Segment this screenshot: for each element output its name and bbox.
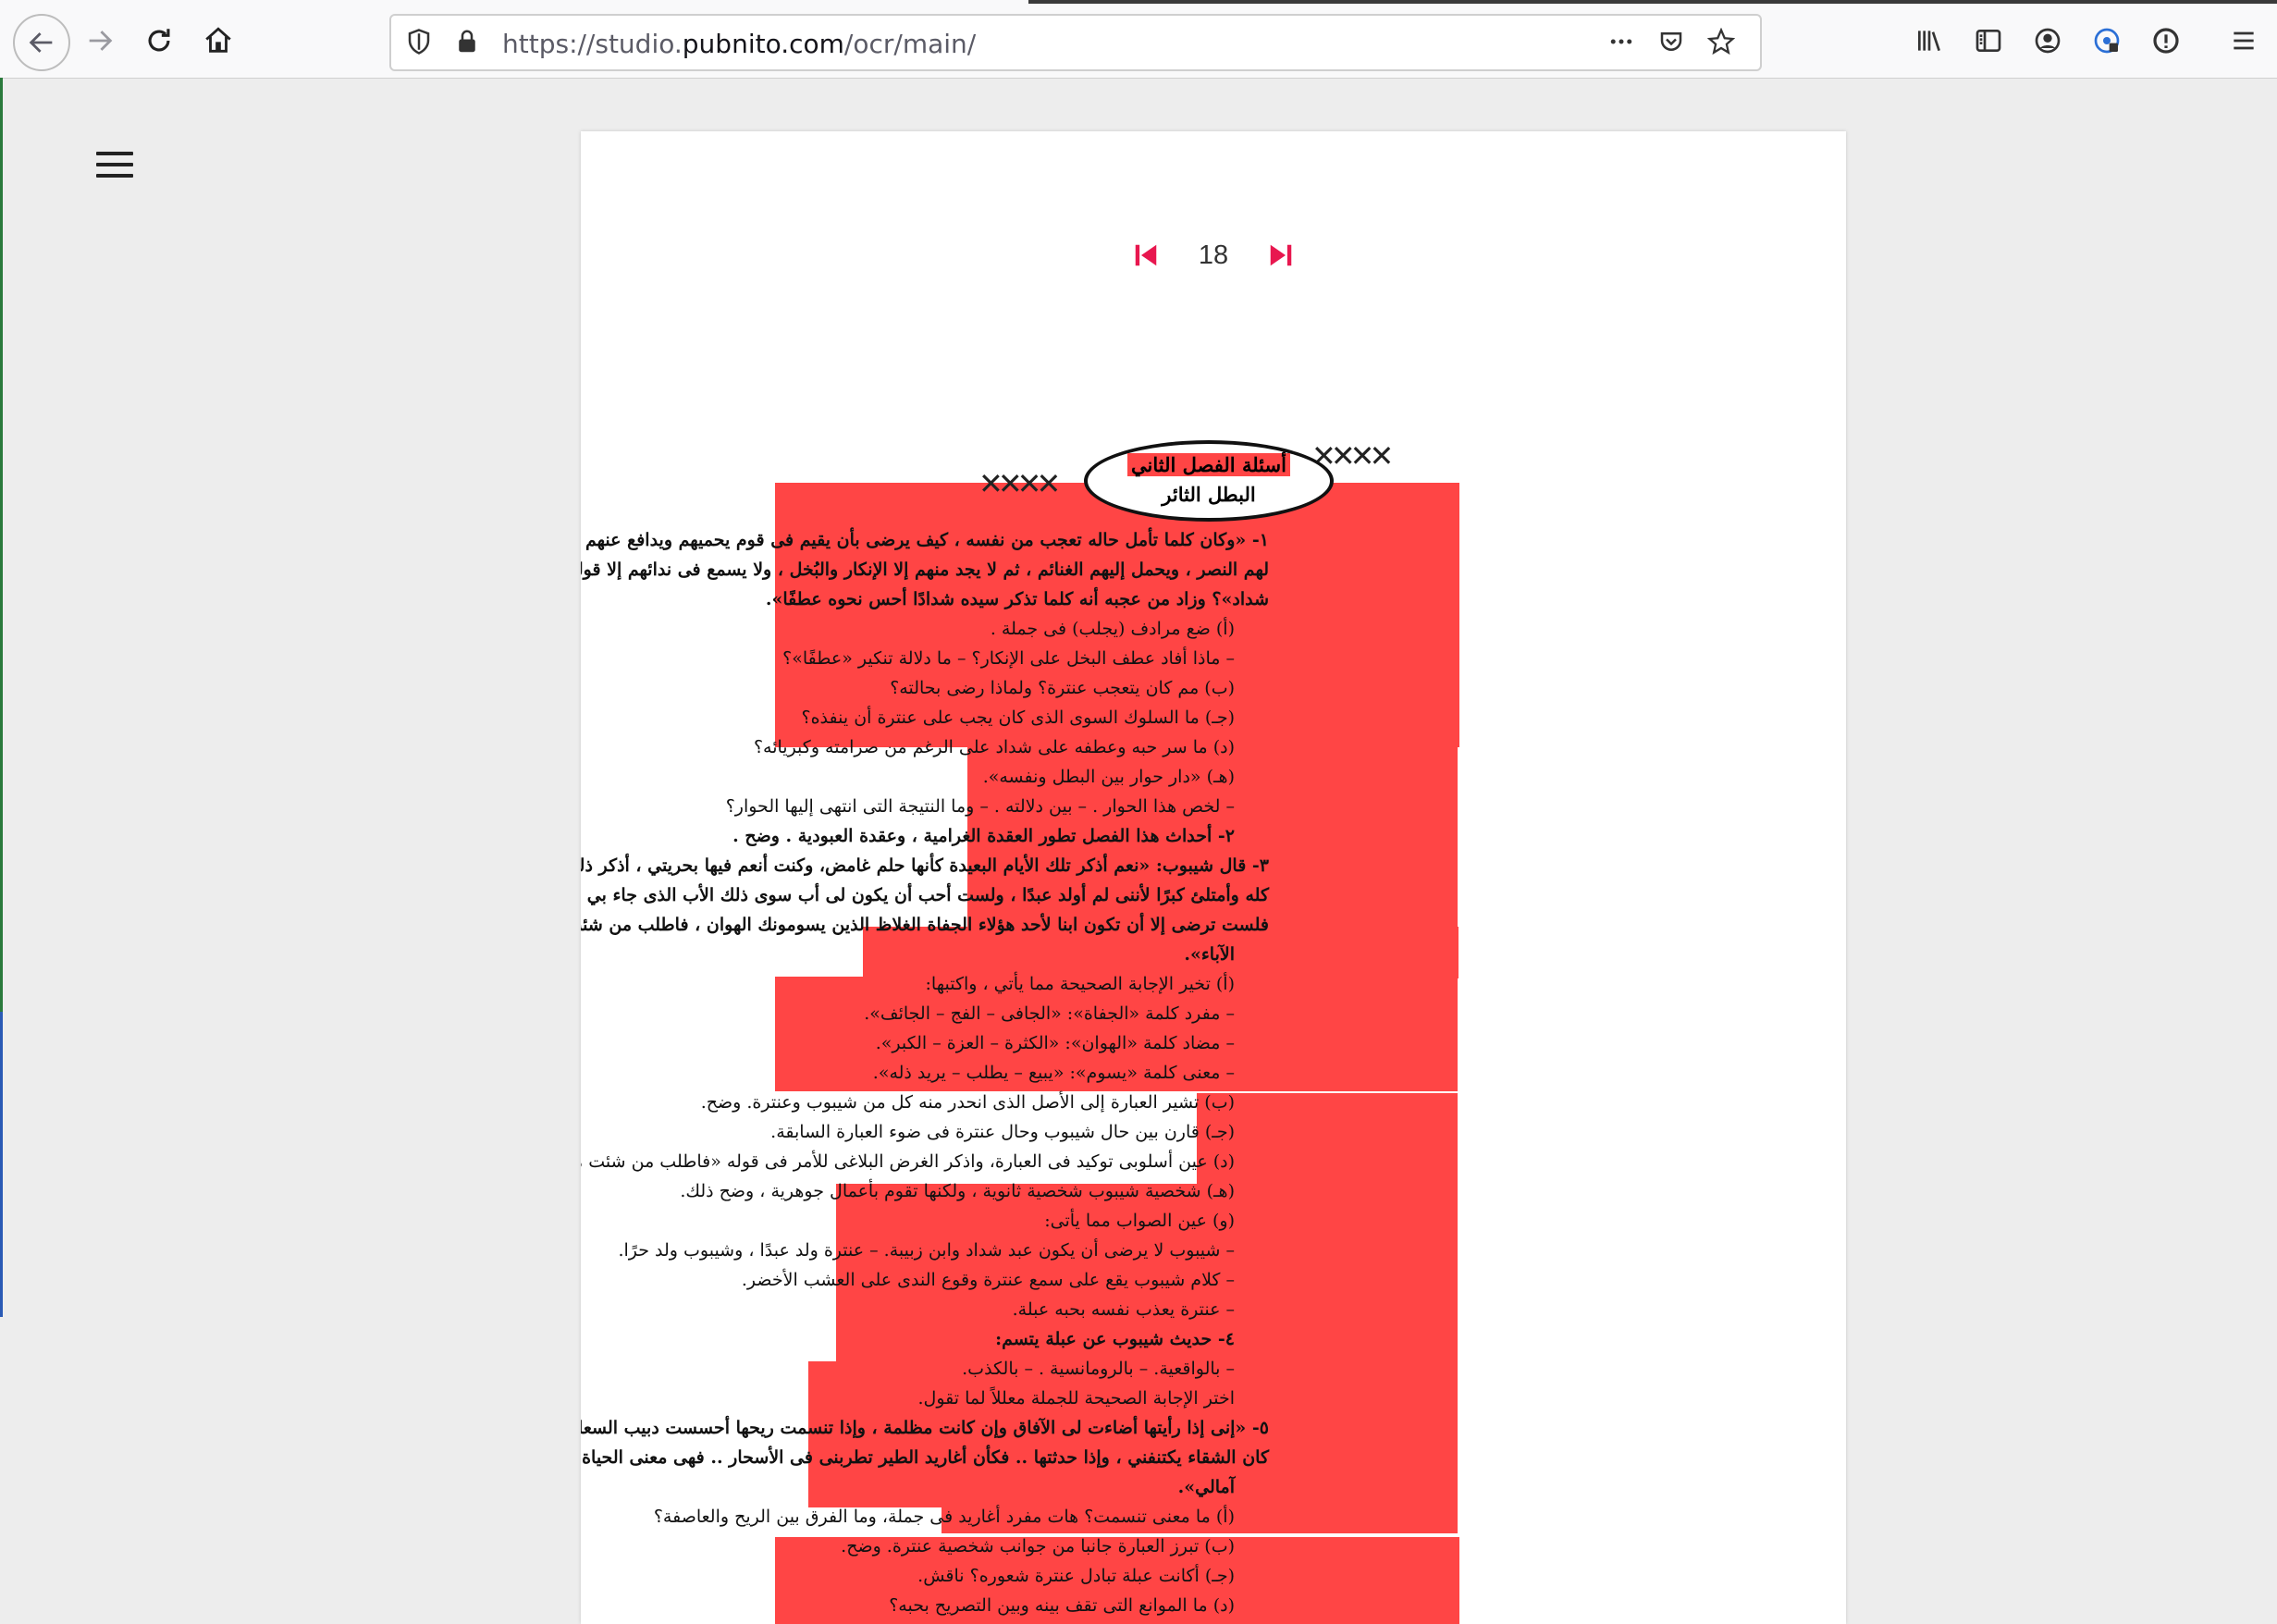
left-edge-marker [0,1012,3,1317]
question-text: – مضاد كلمة «الهوان»: «الكثرة – العزة – … [875,1033,1235,1053]
url-text[interactable]: https://studio.pubnito.com/ocr/main/ [502,29,976,59]
extension-icon[interactable] [2088,22,2125,59]
home-icon [205,27,231,53]
library-icon[interactable] [1911,22,1948,59]
question-text: – ماذا أفاد عطف البخل على الإنكار؟ – ما … [782,648,1235,669]
question-text: – شيبوب لا يرضى أن يكون عبد شداد وابن زب… [618,1240,1235,1261]
ocr-region[interactable] [1197,1093,1458,1186]
sidebar-icon[interactable] [1970,22,2007,59]
back-button[interactable] [13,14,70,71]
menu-icon[interactable] [2225,22,2262,59]
question-text: (هـ) شخصية شيبوب شخصية ثانوية ، ولكنها ت… [680,1181,1235,1201]
forward-button[interactable] [76,17,124,65]
question-text: (ب) تشير العبارة إلى الأصل الذى انحدر من… [700,1092,1235,1113]
left-edge-marker [0,78,3,1012]
question-text: ٤- حديث شيبوب عن عبلة يتسم: [995,1329,1235,1349]
scanned-page: ✕✕✕✕ ✕✕✕✕ أسئلة الفصل الثاني البطل الثائ… [581,131,1846,1624]
question-text: (جـ) ما السلوك السوى الذى كان يجب على عن… [801,707,1235,728]
question-text: كان الشقاء يكتنفني ، وإذا حدثتها .. فكأن… [581,1447,1269,1468]
question-text: ٢- أحداث هذا الفصل تطور العقدة الغرامية … [732,826,1235,846]
question-text: – معنى كلمة «يسوم»: «يبيع – يطلب – يريد … [872,1063,1235,1083]
question-text: – مفرد كلمة «الجفاة»: «الجافى – الفج – ا… [864,1003,1235,1024]
question-text: (ب) مم كان يتعجب عنترة؟ ولماذا رضى بحالت… [890,678,1235,698]
question-text: الآباء». [1184,944,1235,965]
chapter-title-frame: أسئلة الفصل الثاني البطل الثائر [1084,440,1334,522]
question-text: (أ) ضع مرادف (يجلب) فى جملة . [990,619,1235,639]
reload-icon [148,29,170,52]
question-text: ٥- «إنى إذا رأيتها أضاءت لى الآفاق وإن ك… [581,1418,1269,1438]
question-text: ٣- قال شيبوب: «نعم أذكر تلك الأيام البعي… [581,855,1269,876]
account-icon[interactable] [2029,22,2066,59]
address-bar[interactable]: https://studio.pubnito.com/ocr/main/ [389,14,1762,71]
menu-bar [96,163,133,166]
lock-icon[interactable] [449,23,486,60]
question-text: (و) عين الصواب مما يأتى: [1044,1211,1235,1231]
question-text: (أ) ما معنى تنسمت؟ هات مفرد أغاريد فى جم… [653,1507,1235,1527]
question-text: – كلام شيبوب يقع على سمع عنترة وقوع الند… [741,1270,1235,1290]
document-page: 18 ✕✕✕✕ ✕✕✕✕ أسئلة الفصل الثاني البطل ال… [581,131,1846,1624]
question-text: – عنترة يعذب نفسه بحبه عبلة. [1012,1299,1235,1320]
chapter-title: أسئلة الفصل الثاني [1088,453,1330,476]
question-text: (جـ) قارن بين حال شيبوب وحال عنترة فى ضو… [770,1122,1235,1142]
more-icon[interactable] [1603,23,1640,60]
browser-toolbar: https://studio.pubnito.com/ocr/main/ [0,4,2277,79]
question-text: كله وأمتلئ كبرًا لأننى لم أولد عبدًا ، و… [581,885,1269,905]
question-text: – لخص هذا الحوار . – بين دلالته . – وما … [725,796,1235,817]
menu-bar [96,174,133,178]
star-icon[interactable] [1703,23,1740,60]
question-text: (د) ما الموانع التى تقف بينه وبين التصري… [889,1595,1235,1616]
question-text: فلست ترضى إلا أن تكون ابنا لأحد هؤلاء ال… [581,915,1269,935]
question-text: (د) عين أسلوبى توكيد فى العبارة، واذكر ا… [581,1151,1235,1172]
home-button[interactable] [194,17,242,65]
chapter-subtitle: البطل الثائر [1162,483,1256,506]
question-text: آمالي». [1177,1477,1235,1497]
question-text: لهم النصر ، ويحمل إليهم الغنائم ، ثم لا … [581,560,1269,580]
question-text: (ب) تبرز العبارة جانبا من جوانب شخصية عن… [841,1536,1235,1556]
question-text: (جـ) أكانت عبلة تبادل عنترة شعوره؟ ناقش. [917,1566,1235,1586]
reload-button[interactable] [135,17,183,65]
shield-icon[interactable] [400,23,437,60]
pocket-icon[interactable] [1653,23,1690,60]
question-text: (هـ) «دار حوار بين البطل ونفسه». [982,767,1235,787]
question-text: (د) ما سر حبه وعطفه على شداد على الرغم م… [753,737,1235,757]
forward-icon [89,31,113,51]
info-icon[interactable] [2148,22,2185,59]
menu-bar [96,152,133,155]
back-icon [29,32,53,53]
question-text: ١- «وكان كلما تأمل حاله تعجب من نفسه ، ك… [581,530,1269,550]
question-text: – بالواقعية. – بالرومانسية . – بالكذب. [962,1359,1235,1379]
decorative-chain: ✕✕✕✕ [978,466,1061,501]
question-text: (أ) تخير الإجابة الصحيحة مما يأتي ، واكت… [925,974,1235,994]
question-text: شداد»؟ وزاد من عجبه أنه كلما تذكر سيده ش… [765,589,1269,609]
app-menu-button[interactable] [96,152,133,183]
question-text: اختر الإجابة الصحيحة للجملة معللاً لما ت… [917,1388,1236,1409]
